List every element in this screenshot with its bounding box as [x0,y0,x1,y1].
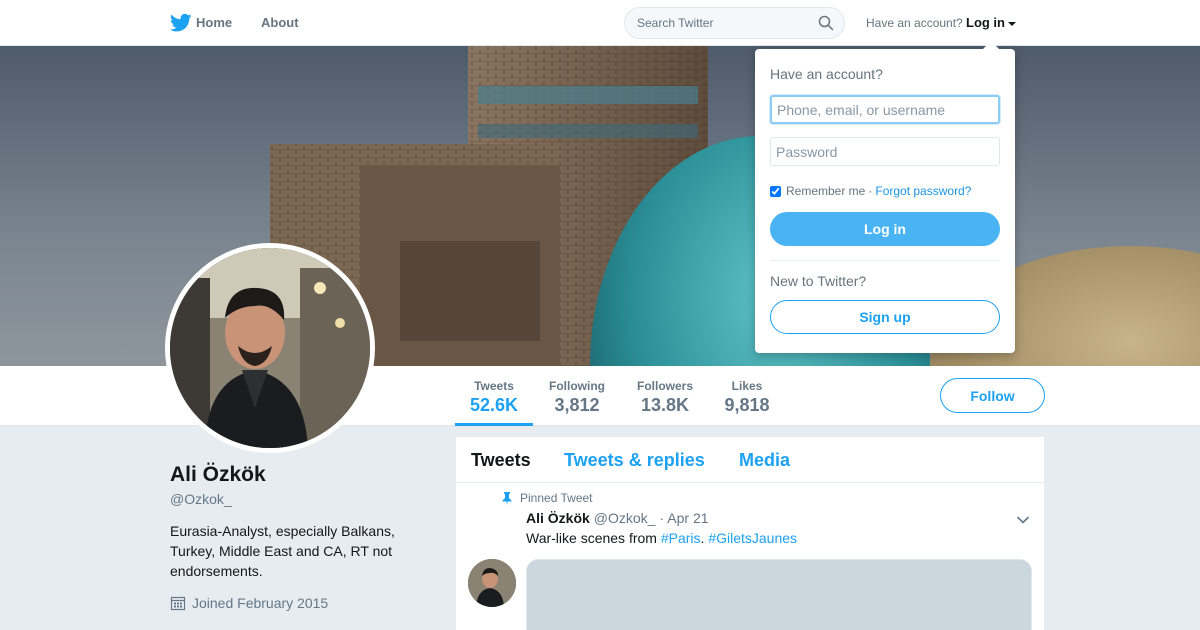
password-field[interactable] [770,137,1000,166]
stat-value: 13.8K [640,395,690,415]
tab-tweets[interactable]: Tweets [471,450,531,471]
stat-label: Likes [731,379,763,393]
nav-about-link[interactable]: About [261,15,299,30]
account-prompt: Have an account? [866,16,963,30]
stat-tweets[interactable]: Tweets 52.6K [455,366,533,426]
stat-following[interactable]: Following 3,812 [544,366,610,426]
login-toggle-label: Log in [966,15,1005,30]
new-to-twitter-text: New to Twitter? [770,273,867,289]
profile-avatar[interactable] [165,243,375,453]
avatar-image [170,248,370,448]
nav-home-label: Home [196,15,233,30]
profile-bio: Eurasia-Analyst, especially Balkans, Tur… [170,523,395,579]
pinned-text: Pinned Tweet [520,491,593,505]
tab-tweets-replies[interactable]: Tweets & replies [564,450,705,471]
stat-value: 52.6K [469,395,519,415]
hashtag-paris[interactable]: #Paris [661,530,701,546]
profile-handle[interactable]: @Ozkok_ [170,491,232,507]
tweet-avatar[interactable] [468,559,516,607]
tweet-avatar-image [468,559,516,607]
joined-text: Joined February 2015 [192,595,329,611]
top-nav: Home About Have an account? Log in [0,0,1200,46]
timeline: Tweets Tweets & replies Media Pinned Twe… [456,437,1044,630]
follow-button[interactable]: Follow [940,378,1045,413]
pin-icon [502,491,512,505]
profile-joined: Joined February 2015 [170,595,328,611]
pinned-label: Pinned Tweet [502,491,593,505]
search-icon[interactable] [818,15,834,31]
stat-value: 9,818 [724,395,770,415]
remember-me-checkbox[interactable] [770,185,781,197]
tweet-header: Ali Özkök @Ozkok_ · Apr 21 [526,510,709,526]
stat-value: 3,812 [554,395,600,415]
search-box [624,7,845,39]
forgot-password-link[interactable]: Forgot password? [875,184,971,198]
tweet-text-body: War-like scenes from [526,530,661,546]
tweet[interactable]: Pinned Tweet Ali Özkök @Ozkok_ · Apr 21 … [456,483,1044,630]
tab-media[interactable]: Media [739,450,790,471]
separator-dot: · [868,184,873,198]
hashtag-giletsjaunes[interactable]: #GiletsJaunes [708,530,797,546]
profile-name[interactable]: Ali Özkök [170,463,266,487]
tweet-author-handle[interactable]: @Ozkok_ [594,510,656,526]
stat-label: Tweets [474,379,514,393]
stat-likes[interactable]: Likes 9,818 [720,366,774,426]
tweet-date[interactable]: · Apr 21 [659,510,708,526]
login-dropdown-title: Have an account? [770,66,883,82]
stat-followers[interactable]: Followers 13.8K [632,366,698,426]
tweet-media[interactable] [526,559,1032,630]
search-input[interactable] [625,8,805,38]
signup-button[interactable]: Sign up [770,300,1000,334]
divider [770,260,1000,261]
calendar-icon [170,596,186,611]
stat-label: Followers [636,379,693,393]
timeline-tabs: Tweets Tweets & replies Media [456,437,1044,483]
tweet-text: War-like scenes from #Paris. #GiletsJaun… [526,530,797,546]
remember-me-label[interactable]: Remember me [786,184,865,198]
nav-home-link[interactable]: Home [170,15,232,30]
chevron-down-icon[interactable] [1016,513,1030,527]
login-button[interactable]: Log in [770,212,1000,246]
remember-row: Remember me · Forgot password? [770,184,971,198]
login-dropdown-toggle[interactable]: Log in [966,15,1016,30]
login-dropdown: Have an account? Remember me · Forgot pa… [755,41,1015,353]
caret-down-icon [1008,21,1016,26]
tweet-author-name[interactable]: Ali Özkök [526,510,590,526]
stat-label: Following [549,379,605,393]
username-field[interactable] [770,95,1000,124]
